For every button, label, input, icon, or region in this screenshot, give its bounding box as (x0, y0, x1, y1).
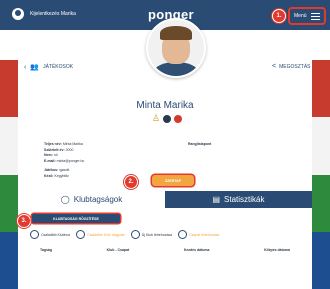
column-header: Tagság (40, 248, 52, 252)
share-label: MEGOSZTÁS (279, 63, 311, 70)
left-decor-stripes (0, 60, 18, 289)
back-label: JÁTÉKOSOK (43, 64, 74, 70)
membership-filters: Családibb Klubhoz Családibb Klub nagyzás… (30, 230, 219, 239)
user-icon (12, 8, 24, 20)
paddle-icon (174, 114, 183, 123)
column-header: Klub - Csapat (106, 248, 130, 252)
filter-option[interactable]: Csapat létrehozása (178, 230, 219, 239)
filter-option[interactable]: Új Klub létrehozása (130, 230, 172, 239)
table-header: Tagság Klub - Csapat Kezdés dátuma Kilép… (40, 248, 290, 252)
back-to-players-link[interactable]: ‹ 👥 JÁTÉKOSOK (24, 63, 74, 72)
menu-label: Menü (294, 13, 307, 19)
radio-icon (30, 230, 39, 239)
filter-option[interactable]: Családibb Klub nagyzás (76, 230, 125, 239)
share-link[interactable]: < MEGOSZTÁS (272, 63, 311, 70)
tab-statistics[interactable]: ▤ Statisztikák (165, 191, 312, 208)
column-header: Kilépés dátuma (264, 248, 290, 252)
share-icon: < (272, 63, 277, 70)
info-row: E-mail: minta@ponger.hu (44, 158, 85, 163)
user-name: Kijelentkezés Marika (30, 11, 76, 17)
callout-3: 3. (17, 214, 31, 228)
paddle-icon: ◯ (60, 195, 70, 204)
players-icon: 👥 (30, 64, 40, 71)
user-menu[interactable]: Kijelentkezés Marika (12, 8, 76, 20)
sport-icons: ♙ (152, 113, 183, 124)
callout-2: 2. (124, 175, 138, 189)
profile-photo (146, 18, 206, 78)
player-name: Minta Marika (136, 100, 194, 111)
hamburger-icon (310, 12, 320, 20)
profile-tabs: ◯ Klubtagságok ▤ Statisztikák (18, 191, 312, 208)
callout-1: 1. (272, 9, 286, 23)
ranking-label: Ranglistapont (188, 142, 212, 146)
radio-icon (76, 230, 86, 239)
radio-icon (130, 230, 140, 239)
chevron-left-icon: ‹ (24, 63, 27, 71)
column-header: Kezdés dátuma (183, 248, 210, 252)
bar-chart-icon: ▤ (212, 195, 221, 204)
right-decor-stripes (312, 60, 330, 289)
person-icon: ♙ (152, 113, 161, 123)
action-button[interactable]: SZERTAP (152, 175, 194, 186)
menu-button[interactable]: Menü (288, 7, 326, 25)
player-info: Teljes név: Minta Marika Született év: 2… (44, 142, 84, 179)
tab-label: Klubtagságok (73, 195, 123, 204)
radio-icon (178, 230, 188, 239)
filter-option[interactable]: Családibb Klubhoz (30, 230, 70, 239)
add-membership-button[interactable]: KLUBTAGSÁG RÖGZÍTÉSE (32, 214, 120, 223)
tab-memberships[interactable]: ◯ Klubtagságok (18, 191, 165, 208)
tab-label: Statisztikák (224, 195, 265, 204)
info-row: Kéző: Kegybiltz (44, 173, 69, 178)
ball-icon (163, 114, 172, 123)
